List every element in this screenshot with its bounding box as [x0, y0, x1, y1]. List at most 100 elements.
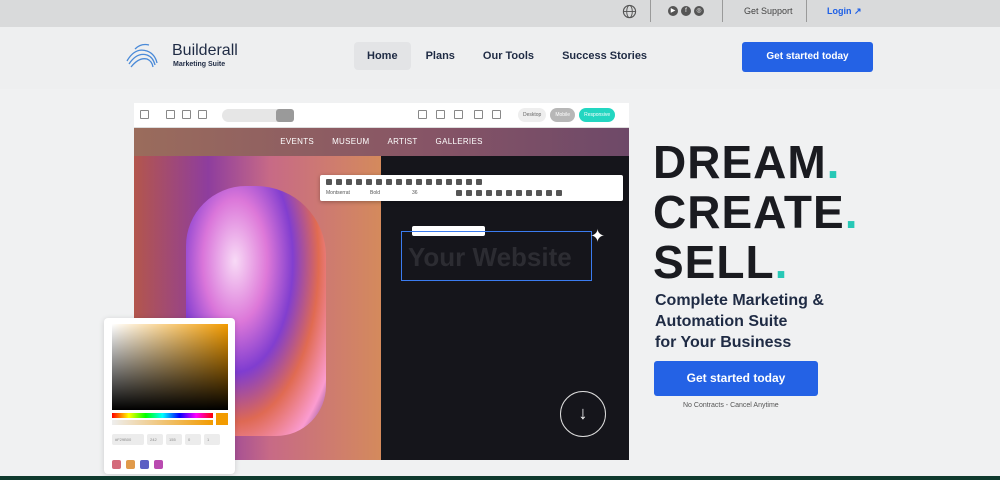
headline-create: CREATE. [653, 187, 859, 237]
divider [650, 0, 651, 22]
divider [806, 0, 807, 22]
mobile-icon[interactable] [198, 110, 207, 119]
magic-icon[interactable] [556, 190, 562, 196]
get-started-button-hero[interactable]: Get started today [654, 361, 818, 396]
swatch[interactable] [112, 460, 121, 469]
swatch[interactable] [140, 460, 149, 469]
nav-plans[interactable]: Plans [413, 42, 468, 70]
indent-icon[interactable] [446, 179, 452, 185]
bg-color-icon[interactable] [536, 190, 542, 196]
link-icon[interactable] [426, 179, 432, 185]
facebook-icon[interactable]: f [681, 6, 691, 16]
box-icon[interactable] [546, 190, 552, 196]
headline-sell: SELL. [653, 237, 788, 287]
r-field[interactable]: 242 [147, 434, 163, 445]
image-icon[interactable] [276, 109, 294, 122]
subheadline-line-2: Automation Suite [655, 313, 788, 330]
headline-word: SELL [653, 236, 775, 288]
hex-field[interactable]: #F29B00 [112, 434, 144, 445]
youtube-icon[interactable]: ▶ [668, 6, 678, 16]
subheadline-line-3: for Your Business [655, 334, 792, 351]
menu-events[interactable]: EVENTS [280, 128, 314, 156]
segment-responsive[interactable]: Responsive [579, 108, 616, 122]
align-right-icon[interactable] [406, 179, 412, 185]
segment-desktop[interactable]: Desktop [518, 108, 547, 122]
omega-icon[interactable] [436, 179, 442, 185]
clear-format-icon[interactable] [516, 190, 522, 196]
move-icon[interactable] [474, 110, 483, 119]
rich-text-toolbar: Montserrat Bold 36 [320, 175, 623, 201]
format-icons-row [326, 179, 482, 187]
scroll-down-icon[interactable]: ↓ [560, 391, 606, 437]
align-center-icon[interactable] [396, 179, 402, 185]
headline-word: DREAM [653, 136, 827, 188]
list-icon[interactable] [376, 179, 382, 185]
instagram-icon[interactable]: ◎ [694, 6, 704, 16]
outdent-icon[interactable] [456, 179, 462, 185]
source-icon[interactable] [476, 179, 482, 185]
hue-slider[interactable] [112, 413, 213, 418]
selected-text-element[interactable]: Your Website [401, 231, 592, 281]
size-select[interactable]: 36 [412, 190, 418, 196]
editor-toolbar: Desktop Mobile Responsive [134, 103, 629, 128]
home-icon[interactable] [140, 110, 149, 119]
alpha-slider[interactable] [112, 420, 213, 425]
superscript-icon[interactable] [506, 190, 512, 196]
social-links: ▶ f ◎ [668, 6, 704, 16]
segment-mobile[interactable]: Mobile [550, 108, 576, 122]
menu-museum[interactable]: MUSEUM [332, 128, 369, 156]
menu-galleries[interactable]: GALLERIES [436, 128, 483, 156]
builderall-logo-icon[interactable] [125, 41, 159, 73]
divider [722, 0, 723, 22]
anchor-icon[interactable] [466, 179, 472, 185]
paste-icon[interactable] [346, 179, 352, 185]
main-nav: Home Plans Our Tools Success Stories [354, 42, 660, 70]
redo-icon[interactable] [366, 179, 372, 185]
weight-select[interactable]: Bold [370, 190, 380, 196]
preset-swatches [112, 460, 163, 469]
saturation-area[interactable] [112, 324, 228, 410]
font-select[interactable]: Montserrat [326, 190, 350, 196]
g-field[interactable]: 155 [166, 434, 182, 445]
strike-icon[interactable] [486, 190, 492, 196]
eye-icon[interactable] [492, 110, 501, 119]
nav-success-stories[interactable]: Success Stories [549, 42, 660, 70]
swatch[interactable] [126, 460, 135, 469]
brand-name[interactable]: Builderall [172, 42, 238, 60]
color-fields: #F29B00 242 155 0 1 [112, 434, 220, 445]
your-website-text[interactable]: Your Website [408, 242, 572, 273]
layout-icon[interactable] [418, 110, 427, 119]
color-picker: #F29B00 242 155 0 1 [104, 318, 235, 474]
undo-icon[interactable] [356, 179, 362, 185]
teal-dot: . [844, 186, 859, 238]
swatch[interactable] [154, 460, 163, 469]
nav-home[interactable]: Home [354, 42, 411, 70]
text-color-icon[interactable] [526, 190, 532, 196]
globe-icon[interactable] [622, 4, 637, 19]
a-field[interactable]: 1 [204, 434, 220, 445]
cut-icon[interactable] [326, 179, 332, 185]
divider-tool-icon[interactable] [454, 110, 463, 119]
menu-artist[interactable]: ARTIST [387, 128, 417, 156]
align-left-icon[interactable] [386, 179, 392, 185]
copy-icon[interactable] [336, 179, 342, 185]
tablet-icon[interactable] [182, 110, 191, 119]
b-field[interactable]: 0 [185, 434, 201, 445]
teal-dot: . [826, 136, 841, 188]
text-icon[interactable] [436, 110, 445, 119]
brand-tagline: Marketing Suite [173, 61, 226, 68]
subscript-icon[interactable] [496, 190, 502, 196]
site-preview-menu: EVENTS MUSEUM ARTIST GALLERIES [134, 128, 629, 156]
nav-our-tools[interactable]: Our Tools [470, 42, 547, 70]
sparkle-icon: ✦ [590, 226, 606, 246]
underline-icon[interactable] [476, 190, 482, 196]
login-link[interactable]: Login ↗ [827, 6, 862, 17]
desktop-icon[interactable] [166, 110, 175, 119]
teal-dot: . [774, 236, 789, 288]
table-icon[interactable] [416, 179, 422, 185]
bold-icon[interactable] [456, 190, 462, 196]
italic-icon[interactable] [466, 190, 472, 196]
get-started-button-header[interactable]: Get started today [742, 42, 873, 72]
bottom-strip [0, 476, 1000, 480]
get-support-link[interactable]: Get Support [744, 6, 793, 16]
